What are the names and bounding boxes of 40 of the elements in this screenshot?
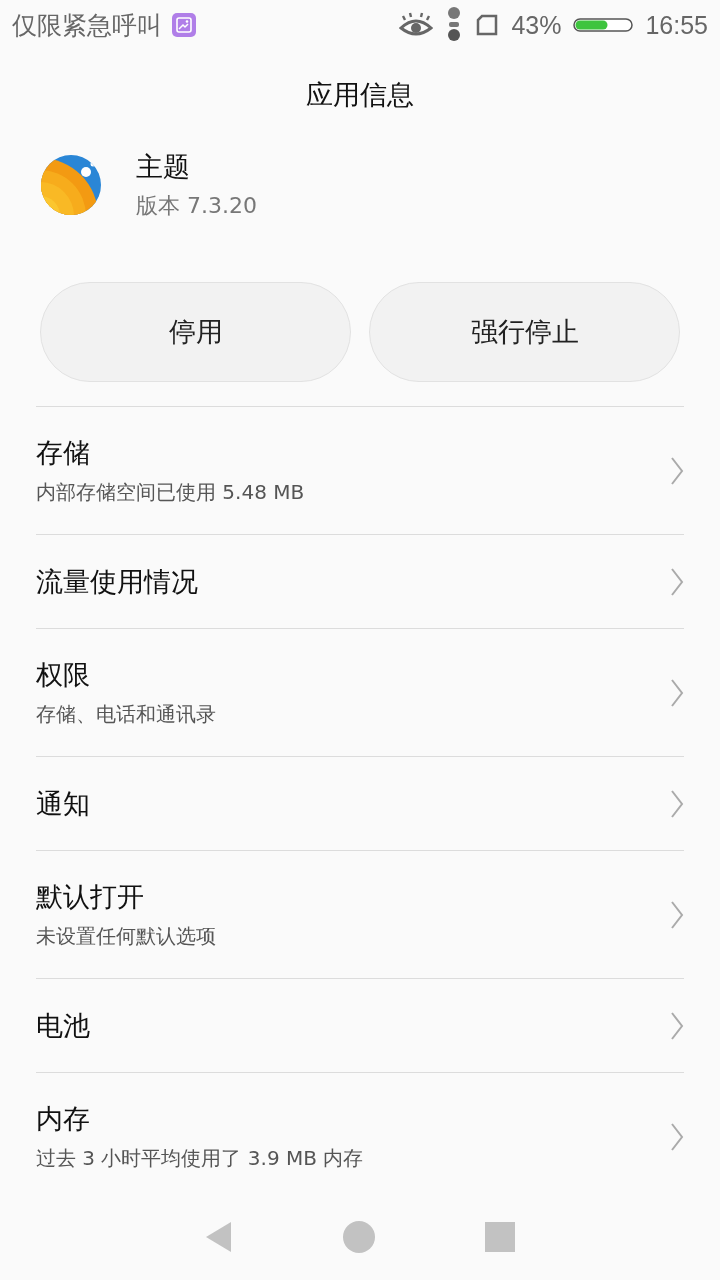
no-sim-card-icon: [475, 14, 500, 36]
item-title: 权限: [36, 658, 91, 692]
item-title: 存储: [36, 436, 91, 470]
battery-icon: [573, 18, 634, 32]
battery-percent: 43%: [511, 10, 562, 40]
clock: 16:55: [645, 10, 708, 40]
image-notification-icon: [172, 13, 196, 37]
item-title: 内存: [36, 1102, 91, 1136]
carrier-text: 仅限紧急呼叫: [12, 9, 162, 41]
settings-item[interactable]: 内存 过去 3 小时平均使用了 3.9 MB 内存: [36, 1073, 684, 1200]
chevron-right-icon: [670, 678, 684, 707]
chevron-right-icon: [670, 789, 684, 818]
force-stop-button[interactable]: 强行停止: [369, 282, 680, 382]
chevron-right-icon: [670, 456, 684, 485]
settings-item[interactable]: 通知: [36, 757, 684, 850]
app-name: 主题: [136, 150, 191, 184]
eye-icon: [399, 12, 434, 38]
chevron-right-icon: [670, 567, 684, 596]
disable-button[interactable]: 停用: [40, 282, 351, 382]
chevron-right-icon: [670, 900, 684, 929]
item-title: 通知: [36, 786, 90, 821]
settings-item[interactable]: 电池: [36, 979, 684, 1072]
item-title: 默认打开: [36, 880, 145, 914]
settings-item[interactable]: 流量使用情况: [36, 535, 684, 628]
app-version: 版本 7.3.20: [136, 192, 257, 220]
home-icon[interactable]: [343, 1221, 375, 1253]
item-subtitle: 未设置任何默认选项: [36, 923, 216, 950]
item-title: 电池: [36, 1008, 90, 1043]
item-subtitle: 内部存储空间已使用 5.48 MB: [36, 479, 305, 506]
item-subtitle: 过去 3 小时平均使用了 3.9 MB 内存: [36, 1145, 364, 1172]
back-icon[interactable]: [205, 1221, 233, 1253]
chevron-right-icon: [670, 1122, 684, 1151]
chevron-right-icon: [670, 1011, 684, 1040]
page-title: 应用信息: [306, 78, 414, 112]
settings-item[interactable]: 默认打开 未设置任何默认选项: [36, 851, 684, 978]
recents-icon[interactable]: [485, 1222, 515, 1252]
settings-item[interactable]: 存储 内部存储空间已使用 5.48 MB: [36, 407, 684, 534]
item-title: 流量使用情况: [36, 564, 198, 599]
settings-item[interactable]: 权限 存储、电话和通讯录: [36, 629, 684, 756]
item-subtitle: 存储、电话和通讯录: [36, 701, 216, 728]
